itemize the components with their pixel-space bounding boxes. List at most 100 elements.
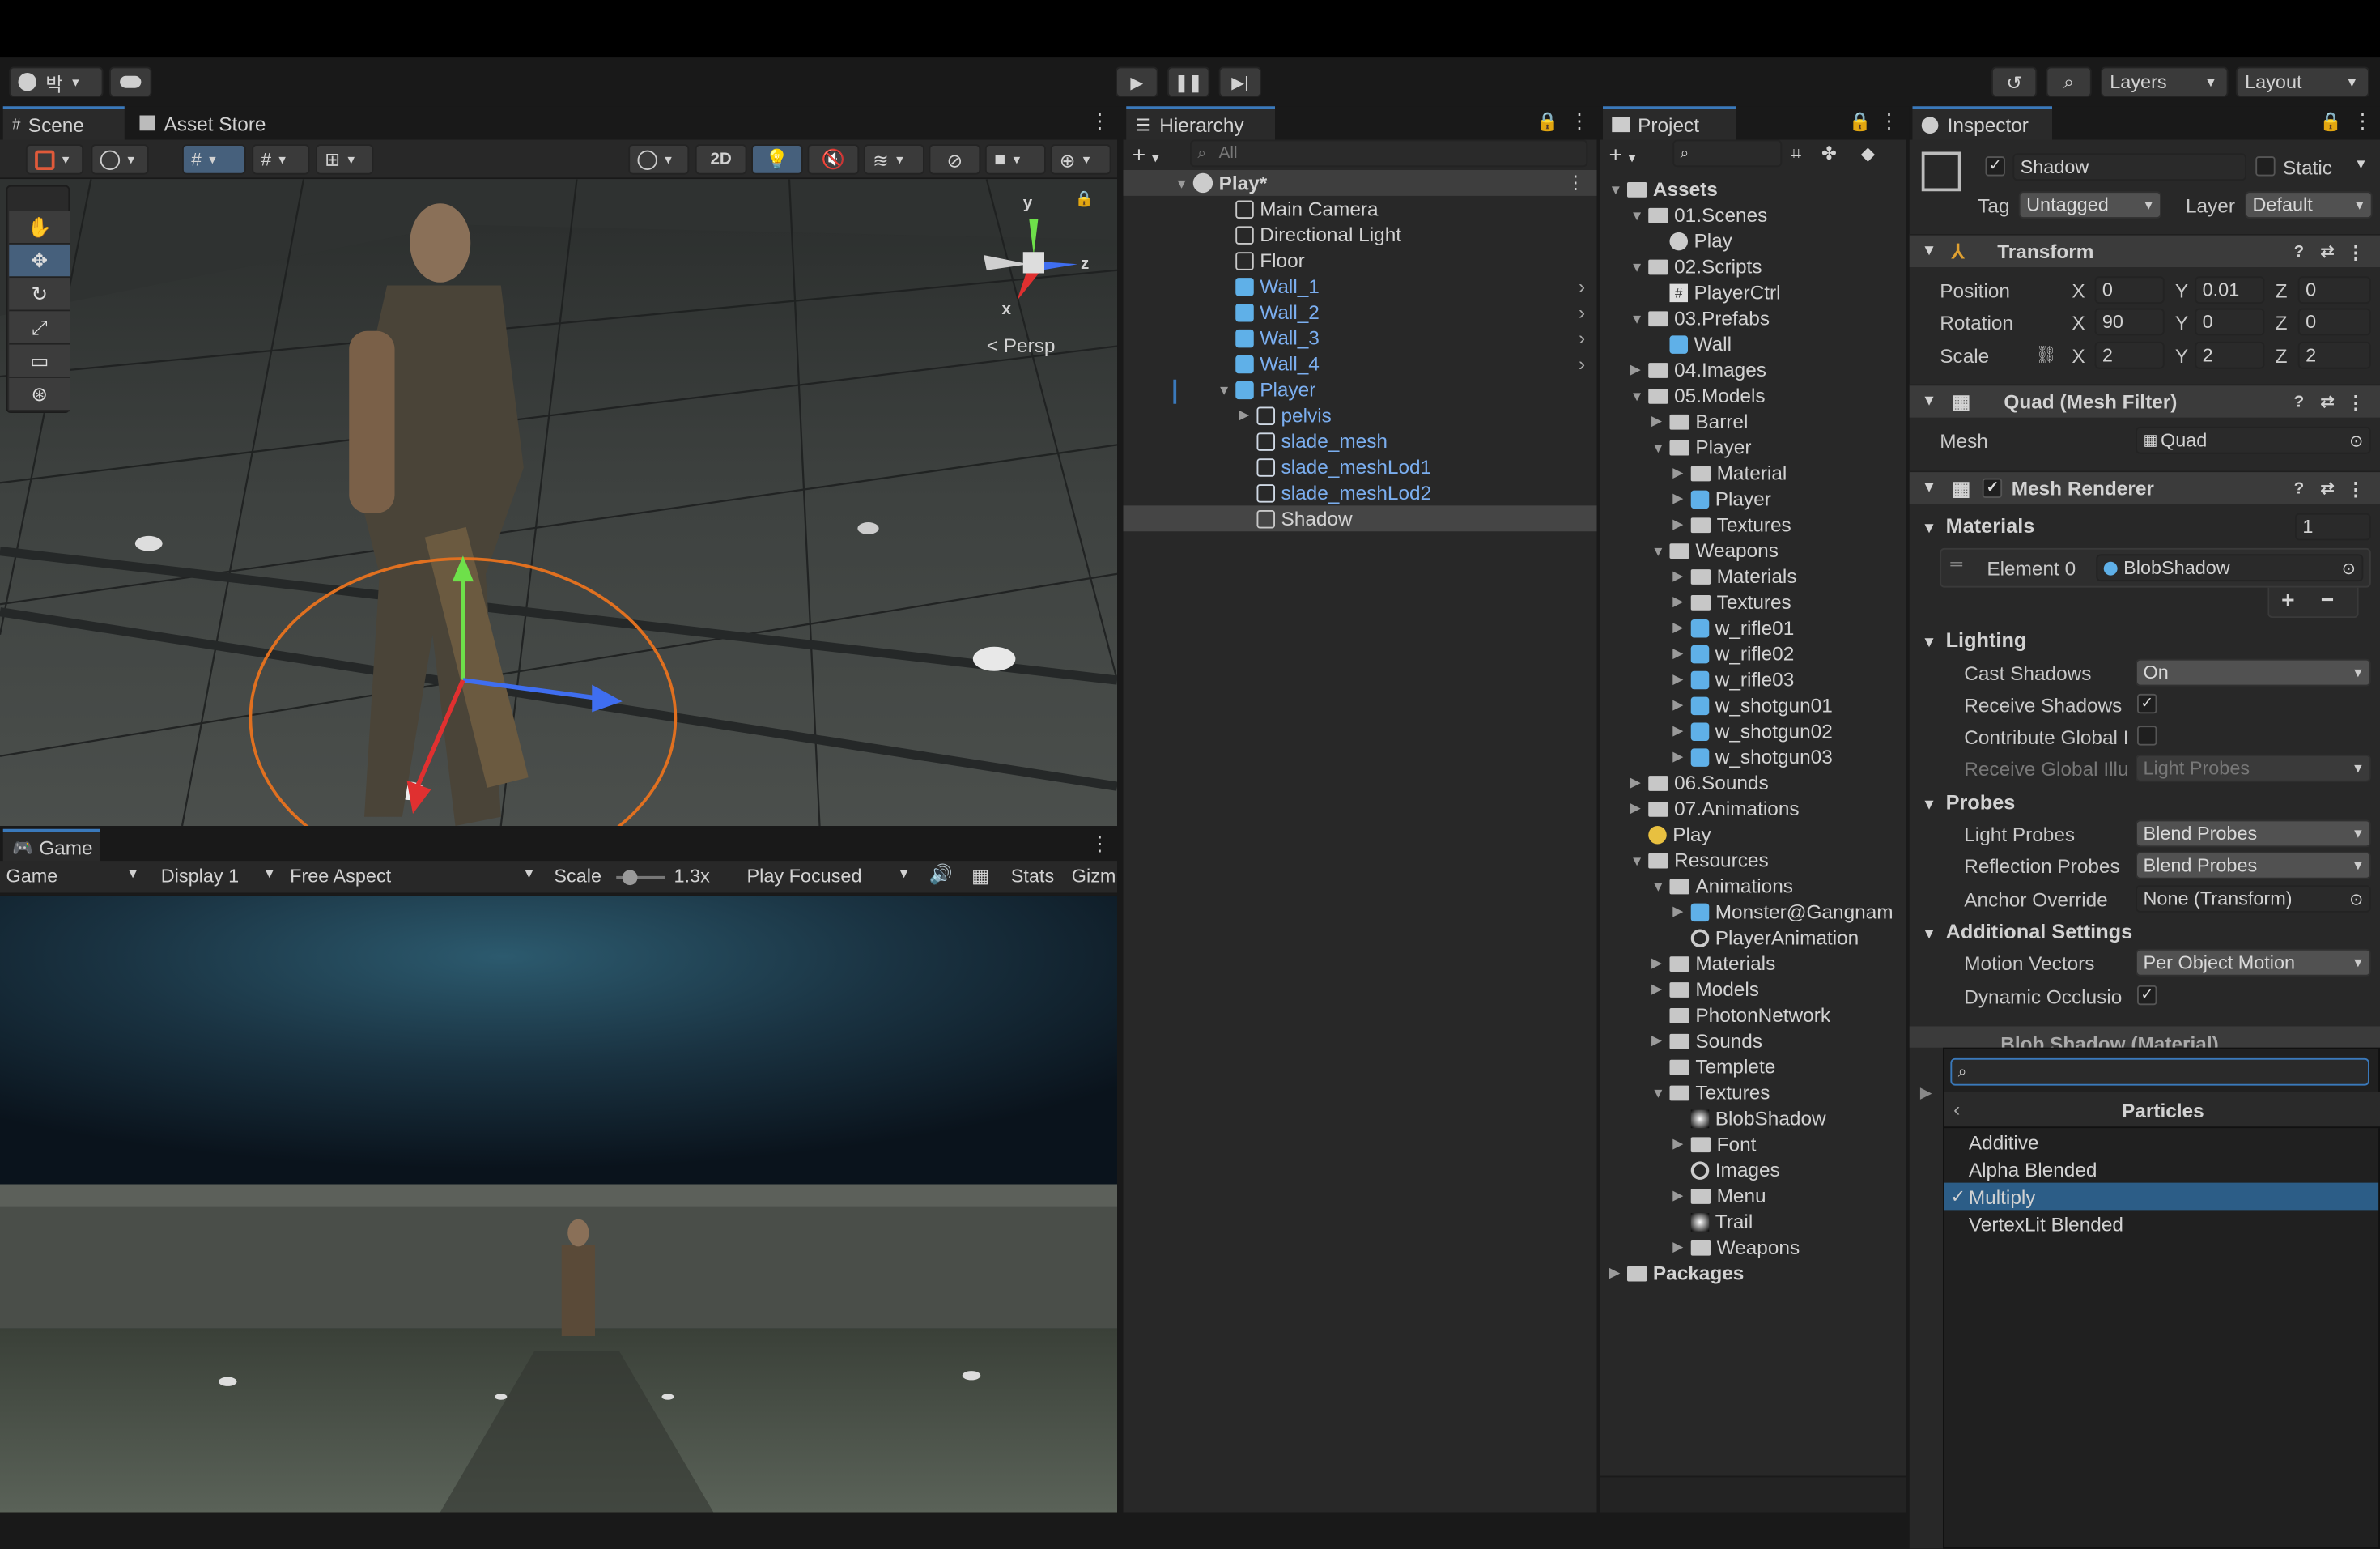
project-item[interactable]: ▼ 05.Models — [1600, 383, 1906, 409]
hierarchy-item[interactable]: ▼ Player — [1124, 377, 1597, 402]
expand-arrow[interactable]: ▶ — [1651, 981, 1667, 998]
project-item[interactable]: ▼ Player — [1600, 434, 1906, 460]
hand-tool[interactable]: ✋ — [9, 211, 70, 245]
project-item[interactable]: Images — [1600, 1157, 1906, 1183]
material-header[interactable]: Blob Shadow (Material) — [1909, 1026, 2380, 1048]
remove-element-button[interactable]: − — [2321, 588, 2334, 614]
rotate-tool[interactable]: ↻ — [9, 278, 70, 312]
hierarchy-item[interactable]: slade_meshLod2 — [1124, 480, 1597, 506]
project-item[interactable]: ▶ w_shotgun01 — [1600, 692, 1906, 718]
shader-option[interactable]: Additive — [1944, 1128, 2378, 1155]
expand-arrow[interactable]: ▶ — [1672, 1136, 1688, 1153]
shader-option[interactable]: VertexLit Blended — [1944, 1210, 2378, 1237]
anchor-override-field[interactable]: None (Transform) ⊙ — [2136, 885, 2371, 913]
lock-icon[interactable]: 🔒 — [1536, 111, 1559, 132]
hierarchy-item[interactable]: slade_mesh — [1124, 428, 1597, 454]
play-focus-dropdown[interactable]: Play Focused ▼ — [747, 866, 917, 887]
prefab-open-chevron[interactable]: › — [1579, 326, 1585, 349]
scene-menu-icon[interactable]: ⋮ — [1566, 172, 1585, 193]
hierarchy-search[interactable]: ⌕ All — [1190, 139, 1588, 168]
active-checkbox[interactable]: ✓ — [1985, 156, 2005, 177]
expand-arrow[interactable]: ▶ — [1672, 594, 1688, 611]
persp-label[interactable]: < Persp — [987, 334, 1056, 357]
expand-arrow[interactable]: ▶ — [1672, 748, 1688, 765]
element0-field[interactable]: BlobShadow ⊙ — [2096, 554, 2364, 582]
gizmos-button[interactable]: Gizm — [1072, 866, 1116, 887]
display-dropdown[interactable]: Display 1 ▼ — [161, 866, 283, 887]
lock-icon[interactable]: 🔒 — [1849, 111, 1872, 132]
project-item[interactable]: ▶ Materials — [1600, 951, 1906, 977]
expand-arrow[interactable]: ▶ — [1672, 904, 1688, 921]
object-picker-icon[interactable]: ⊙ — [2342, 558, 2356, 578]
project-item[interactable]: ▶ Materials — [1600, 564, 1906, 589]
expand-arrow[interactable]: ▶ — [1239, 407, 1254, 424]
tag-dropdown[interactable]: Untagged — [2018, 191, 2161, 219]
component-menu-icon[interactable]: ⋮ — [2347, 478, 2365, 499]
project-item[interactable]: ▶ Player — [1600, 486, 1906, 512]
layer-dropdown[interactable]: Default — [2245, 191, 2373, 219]
scene-menu-icon[interactable]: ⋮ — [1090, 109, 1109, 134]
scale-slider[interactable] — [616, 870, 665, 886]
expand-arrow[interactable]: ▼ — [1651, 543, 1667, 558]
material-foldout-arrow[interactable]: ▶ — [1920, 1086, 1932, 1103]
expand-arrow[interactable]: ▶ — [1672, 517, 1688, 534]
project-item[interactable]: Play — [1600, 821, 1906, 847]
hierarchy-item[interactable]: Main Camera — [1124, 196, 1597, 222]
audio-toggle[interactable]: 🔇 — [807, 144, 860, 175]
drag-handle-icon[interactable]: ═ — [1950, 555, 1962, 574]
project-item[interactable]: ▼ Weapons — [1600, 538, 1906, 564]
play-button[interactable]: ▶ — [1116, 66, 1158, 97]
hierarchy-item[interactable]: Floor — [1124, 248, 1597, 274]
grid-overlay-icon[interactable]: ▦ — [971, 864, 989, 887]
tab-project[interactable]: Project — [1603, 106, 1736, 140]
expand-arrow[interactable]: ▶ — [1672, 491, 1688, 508]
move-tool[interactable]: ✥ — [9, 244, 70, 279]
scale-y-field[interactable]: 2 — [2195, 341, 2265, 369]
hierarchy-item[interactable]: Shadow — [1123, 505, 1597, 532]
add-button[interactable]: + ▾ — [1133, 143, 1159, 168]
project-item[interactable]: ▶ w_rifle03 — [1600, 666, 1906, 692]
transform-tool[interactable]: ⊛ — [9, 377, 70, 412]
tab-hierarchy[interactable]: ☰ Hierarchy — [1126, 106, 1275, 140]
project-item[interactable]: ▶ 07.Animations — [1600, 796, 1906, 822]
scale-z-field[interactable]: 2 — [2297, 341, 2371, 369]
expand-arrow[interactable]: ▼ — [1630, 388, 1646, 403]
project-item[interactable]: ▼ Textures — [1600, 1079, 1906, 1105]
expand-arrow[interactable]: ▶ — [1651, 955, 1667, 972]
expand-arrow[interactable]: ▼ — [1630, 259, 1646, 274]
lock-icon[interactable]: 🔒 — [2319, 111, 2342, 132]
presets-icon[interactable]: ⇄ — [2320, 392, 2334, 412]
object-picker-icon[interactable]: ⊙ — [2349, 431, 2363, 450]
mesh-field[interactable]: ▦ Quad ⊙ — [2136, 426, 2371, 454]
project-item[interactable]: Play — [1600, 228, 1906, 253]
add-element-button[interactable]: + — [2281, 588, 2294, 614]
shader-option[interactable]: Alpha Blended — [1944, 1155, 2378, 1183]
game-mode-dropdown[interactable]: Game ▼ — [6, 866, 147, 887]
search-button[interactable]: ⌕ — [2046, 66, 2092, 97]
reflection-probes-dropdown[interactable]: Blend Probes — [2136, 851, 2371, 879]
project-item[interactable]: ▼ 01.Scenes — [1600, 202, 1906, 228]
game-viewport[interactable] — [0, 896, 1117, 1513]
position-z-field[interactable]: 0 — [2297, 276, 2371, 304]
expand-arrow[interactable]: ▶ — [1630, 800, 1646, 817]
project-item[interactable]: ▶ Weapons — [1600, 1234, 1906, 1260]
project-item[interactable]: BlobShadow — [1600, 1105, 1906, 1131]
project-item[interactable]: # PlayerCtrl — [1600, 279, 1906, 305]
hierarchy-item[interactable]: Wall_4 › — [1124, 351, 1597, 377]
help-icon[interactable]: ? — [2294, 242, 2305, 261]
scale-tool[interactable]: ⤢ — [9, 311, 70, 345]
expand-arrow[interactable]: ▼ — [1630, 853, 1646, 868]
lock-icon[interactable]: 🔒 — [1075, 191, 1094, 208]
mesh-renderer-header[interactable]: ▼ ▦ ✓ Mesh Renderer ? ⇄ ⋮ — [1909, 470, 2380, 504]
tab-asset-store[interactable]: Asset Store — [130, 106, 297, 139]
increment-dropdown[interactable]: ⊞ ▾ — [316, 144, 374, 175]
scene-viewport[interactable]: ✋ ✥ ↻ ⤢ ▭ ⊛ y z x 🔒 < Persp — [0, 179, 1117, 826]
expand-arrow[interactable]: ▶ — [1672, 645, 1688, 662]
expand-arrow[interactable]: ▼ — [1630, 310, 1646, 326]
step-button[interactable]: ▶| — [1218, 66, 1262, 97]
expand-arrow[interactable]: ▼ — [1651, 879, 1667, 894]
light-probes-dropdown[interactable]: Blend Probes — [2136, 819, 2371, 848]
tab-scene[interactable]: # Scene — [2, 106, 125, 140]
project-item[interactable]: Templete — [1600, 1053, 1906, 1079]
project-menu-icon[interactable]: ⋮ — [1879, 109, 1898, 134]
